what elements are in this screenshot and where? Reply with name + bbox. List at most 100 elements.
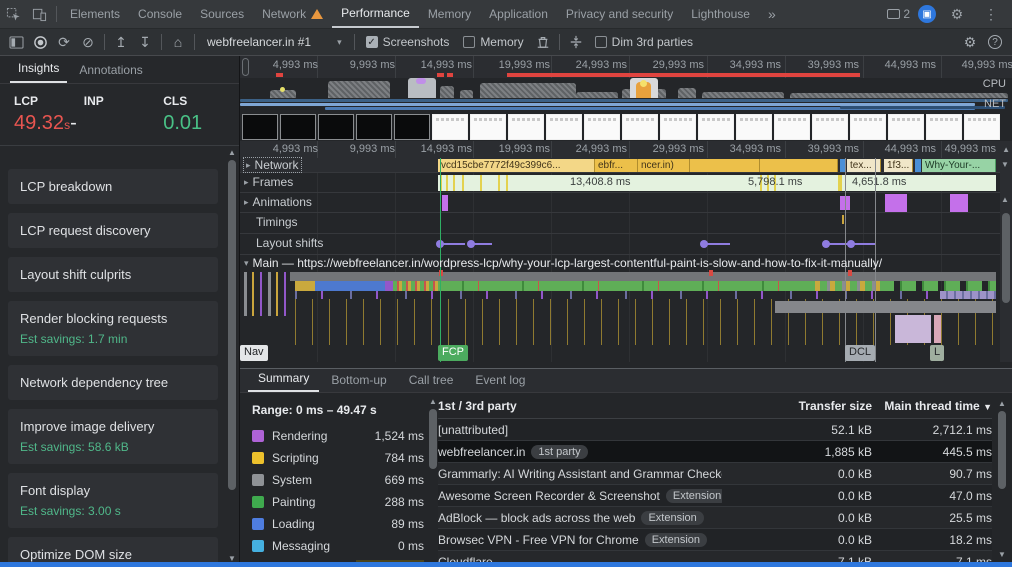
screenshot-frame[interactable] <box>584 114 620 140</box>
tab-console[interactable]: Console <box>129 0 191 28</box>
tab-bottom-up[interactable]: Bottom-up <box>321 369 396 392</box>
insight-card-render-blocking[interactable]: Render blocking requestsEst savings: 1.7… <box>8 301 218 356</box>
table-row[interactable]: webfreelancer.in1st party 1,885 kB 445.5… <box>438 441 992 463</box>
layout-shift-event[interactable] <box>850 243 875 245</box>
scroll-up-icon[interactable]: ▲ <box>997 399 1007 408</box>
scrollbar-thumb[interactable] <box>429 409 437 469</box>
table-row[interactable]: Grammarly: AI Writing Assistant and Gram… <box>438 463 992 485</box>
l-marker[interactable]: L <box>930 345 944 361</box>
sidebar-collapse-handle[interactable] <box>242 58 249 76</box>
screenshot-frame[interactable] <box>888 114 924 140</box>
frames-track[interactable]: ▸ Frames 13,408.8 ms 5,798.1 ms 4,651.8 … <box>240 173 1012 193</box>
summary-scrollbar[interactable]: ▲ <box>428 397 438 563</box>
sidebar-scrollbar[interactable]: ▲ ▼ <box>227 148 237 563</box>
tab-annotations[interactable]: Annotations <box>71 58 150 83</box>
main-track-label[interactable]: ▾ Main — https://webfreelancer.in/wordpr… <box>244 256 1004 270</box>
network-request[interactable] <box>760 159 838 172</box>
screenshot-frame[interactable] <box>242 114 278 140</box>
scroll-down-icon[interactable]: ▼ <box>1000 160 1010 169</box>
scroll-up-icon[interactable]: ▲ <box>428 397 438 406</box>
network-request[interactable]: 1f3... <box>884 159 913 172</box>
main-thread-track-header[interactable]: ▾ Main — https://webfreelancer.in/wordpr… <box>240 255 1012 270</box>
toggle-sidebar-icon[interactable] <box>4 31 28 53</box>
cpu-activity-chart[interactable]: CPU <box>240 78 1012 98</box>
disclosure-icon[interactable]: ▾ <box>244 258 249 269</box>
layout-shifts-track[interactable]: Layout shifts <box>240 234 1012 255</box>
scroll-up-icon[interactable]: ▲ <box>1002 145 1010 154</box>
metric-lcp[interactable]: LCP 49.32s- <box>14 94 84 135</box>
network-request[interactable] <box>690 159 760 172</box>
tab-elements[interactable]: Elements <box>61 0 129 28</box>
insight-card-lcp-breakdown[interactable]: LCP breakdown <box>8 169 218 204</box>
scrollbar-thumb[interactable] <box>998 411 1006 489</box>
insight-card-layout-shift-culprits[interactable]: Layout shift culprits <box>8 257 218 292</box>
inspect-icon[interactable] <box>0 3 26 25</box>
screenshot-frame[interactable] <box>622 114 658 140</box>
tab-sources[interactable]: Sources <box>191 0 253 28</box>
overview-ruler[interactable]: 4,993 ms 9,993 ms 14,993 ms 19,993 ms 24… <box>240 56 1012 78</box>
animations-track-label[interactable]: ▸ Animations <box>244 195 312 209</box>
scroll-down-icon[interactable]: ▼ <box>997 550 1007 559</box>
save-profile-icon[interactable]: ↧ <box>133 31 157 53</box>
layout-shift-event[interactable] <box>439 243 465 245</box>
screenshot-frame[interactable] <box>356 114 392 140</box>
fcp-marker[interactable]: FCP <box>438 345 468 361</box>
metric-inp[interactable]: INP <box>84 94 163 135</box>
insight-card-lcp-request-discovery[interactable]: LCP request discovery <box>8 213 218 248</box>
tab-insights[interactable]: Insights <box>10 56 67 83</box>
screenshot-frame[interactable] <box>660 114 696 140</box>
insight-card-font-display[interactable]: Font displayEst savings: 3.00 s <box>8 473 218 528</box>
tab-memory[interactable]: Memory <box>419 0 480 28</box>
network-request[interactable]: Why-Your-... <box>922 159 996 172</box>
tab-event-log[interactable]: Event log <box>465 369 535 392</box>
table-row[interactable]: Awesome Screen Recorder & ScreenshotExte… <box>438 485 992 507</box>
issues-counter[interactable]: 2 <box>887 7 910 21</box>
dim-3rd-parties-checkbox[interactable]: Dim 3rd parties <box>595 35 693 49</box>
table-scrollbar[interactable]: ▲ ▼ <box>997 399 1008 559</box>
network-track[interactable]: ▸ Network vcd15cbe7772f49c399c6... ebfr.… <box>240 158 1012 173</box>
metric-cls[interactable]: CLS 0.01 <box>163 94 233 135</box>
nav-marker[interactable]: Nav <box>240 345 268 361</box>
network-track-label[interactable]: ▸ Network <box>244 158 301 172</box>
screenshot-frame[interactable] <box>508 114 544 140</box>
tab-application[interactable]: Application <box>480 0 557 28</box>
tab-performance[interactable]: Performance <box>332 0 419 28</box>
clear-button[interactable]: ⊘ <box>76 31 100 53</box>
screenshot-frame[interactable] <box>812 114 848 140</box>
load-profile-icon[interactable]: ↥ <box>109 31 133 53</box>
main-flame-chart[interactable] <box>240 270 1012 345</box>
collapse-rows-icon[interactable] <box>564 31 588 53</box>
help-icon[interactable]: ? <box>988 35 1002 49</box>
table-row[interactable]: [unattributed] 52.1 kB 2,712.1 ms <box>438 419 992 441</box>
frames-track-label[interactable]: ▸ Frames <box>244 175 293 189</box>
scroll-up-icon[interactable]: ▲ <box>227 148 237 157</box>
insight-card-improve-image-delivery[interactable]: Improve image deliveryEst savings: 58.6 … <box>8 409 218 464</box>
layout-shift-event[interactable] <box>470 243 492 245</box>
device-toolbar-icon[interactable] <box>26 3 52 25</box>
cast-icon[interactable]: ▣ <box>918 5 936 23</box>
tab-network[interactable]: Network <box>253 0 332 28</box>
timings-track[interactable]: Timings <box>240 213 1012 234</box>
tab-summary[interactable]: Summary <box>248 367 319 392</box>
screenshots-checkbox[interactable]: ✓ Screenshots <box>366 35 450 49</box>
screenshot-frame[interactable] <box>698 114 734 140</box>
screenshot-frame[interactable] <box>850 114 886 140</box>
disclosure-icon[interactable]: ▸ <box>244 177 249 188</box>
insight-card-network-dependency-tree[interactable]: Network dependency tree <box>8 365 218 400</box>
screenshot-frame[interactable] <box>394 114 430 140</box>
dcl-marker[interactable]: DCL <box>845 345 875 361</box>
network-activity-strip[interactable]: NET <box>240 98 1012 112</box>
network-request[interactable]: ncer.in) <box>638 159 690 172</box>
garbage-collect-icon[interactable] <box>531 31 555 53</box>
scrollbar-thumb[interactable] <box>1002 213 1010 303</box>
screenshot-frame[interactable] <box>546 114 582 140</box>
tab-call-tree[interactable]: Call tree <box>399 369 464 392</box>
network-request[interactable]: ebfr... <box>595 159 638 172</box>
animation-event[interactable] <box>950 194 968 212</box>
tracks-scrollbar[interactable]: ▼ ▲ <box>1000 158 1012 362</box>
more-tabs-button[interactable]: » <box>759 0 785 28</box>
scrollbar-thumb[interactable] <box>228 160 236 490</box>
table-row[interactable]: Browsec VPN - Free VPN for ChromeExtensi… <box>438 529 992 551</box>
home-icon[interactable]: ⌂ <box>166 31 190 53</box>
tab-privacy-security[interactable]: Privacy and security <box>557 0 682 28</box>
